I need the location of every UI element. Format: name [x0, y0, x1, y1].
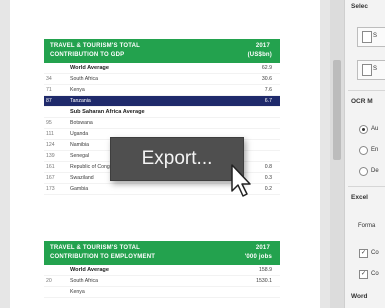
- row-value: 0.8: [264, 164, 272, 170]
- row-rank: 20: [46, 278, 52, 284]
- table-row: 20 South Africa 1530.1: [44, 276, 280, 287]
- row-rank: 139: [46, 153, 55, 159]
- table-row: World Average 158.9: [44, 265, 280, 276]
- row-country: South Africa: [70, 278, 98, 284]
- table-row: 34 South Africa 30.6: [44, 74, 280, 85]
- panel-divider: [348, 90, 385, 91]
- ocr-de-radio[interactable]: [359, 167, 368, 176]
- row-rank: 95: [46, 120, 52, 126]
- ocr-heading: OCR M: [351, 98, 373, 105]
- row-value: 6.7: [264, 98, 272, 104]
- employment-table-title-line1: TRAVEL & TOURISM'S TOTAL: [50, 245, 141, 251]
- format-label: Forma: [358, 223, 376, 229]
- employment-table-unit: '000 jobs: [244, 254, 272, 260]
- employment-table-rows: World Average 158.9 20 South Africa 1530.1 Ke…: [44, 265, 280, 298]
- export-context-button[interactable]: Export...: [110, 137, 244, 181]
- row-value: 1530.1: [256, 278, 272, 284]
- row-value: 0.2: [264, 186, 272, 192]
- row-country: Uganda: [70, 131, 89, 137]
- gdp-table-title-line2: CONTRIBUTION TO GDP: [50, 52, 125, 58]
- row-country: Tanzania: [70, 98, 91, 104]
- employment-table-year: 2017: [255, 245, 270, 251]
- ocr-en-radio[interactable]: [359, 146, 368, 155]
- employment-table-header: TRAVEL & TOURISM'S TOTAL CONTRIBUTION TO…: [44, 241, 280, 265]
- row-country: Namibia: [70, 142, 90, 148]
- vertical-scrollbar[interactable]: [330, 0, 344, 308]
- table-row: 71 Kenya 7.6: [44, 85, 280, 96]
- panel-divider: [348, 186, 385, 187]
- row-country: South Africa: [70, 76, 98, 82]
- excel-heading: Excel: [351, 194, 368, 201]
- mouse-cursor-icon: [231, 164, 251, 197]
- row-country: Kenya: [70, 289, 85, 295]
- row-rank: 87: [46, 98, 52, 104]
- row-rank: 34: [46, 76, 52, 82]
- gdp-table-header: TRAVEL & TOURISM'S TOTAL CONTRIBUTION TO…: [44, 39, 280, 63]
- select-button-1[interactable]: [357, 27, 385, 47]
- row-rank: 173: [46, 186, 55, 192]
- row-value: 30.6: [261, 76, 272, 82]
- gdp-table-title-line1: TRAVEL & TOURISM'S TOTAL: [50, 43, 141, 49]
- page-icon: [362, 31, 372, 43]
- select-button-1-label: S: [373, 33, 378, 39]
- excel-option-2-label: Co: [371, 271, 379, 277]
- ocr-en-label: En: [371, 147, 379, 153]
- row-rank: 167: [46, 175, 55, 181]
- document-area: TRAVEL & TOURISM'S TOTAL CONTRIBUTION TO…: [0, 0, 330, 308]
- row-country: Sub Saharan Africa Average: [70, 109, 145, 115]
- row-country: Botswana: [70, 120, 93, 126]
- table-row: World Average 62.9: [44, 63, 280, 74]
- gdp-table-year: 2017: [255, 43, 270, 49]
- ocr-auto-label: Au: [371, 126, 379, 132]
- employment-table-title-line2: CONTRIBUTION TO EMPLOYMENT: [50, 254, 156, 260]
- ocr-auto-radio[interactable]: [359, 125, 368, 134]
- row-rank: 161: [46, 164, 55, 170]
- excel-option-1-checkbox[interactable]: ✓: [359, 249, 368, 258]
- row-country: Republic of Congo: [70, 164, 113, 170]
- row-value: 62.9: [261, 65, 272, 71]
- row-value: 158.9: [259, 267, 272, 273]
- gdp-table-unit: (US$bn): [247, 52, 272, 58]
- table-row: Kenya: [44, 287, 280, 298]
- excel-option-1-label: Co: [371, 250, 379, 256]
- select-button-2-label: S: [373, 66, 378, 72]
- row-country: World Average: [70, 267, 109, 273]
- employment-table: TRAVEL & TOURISM'S TOTAL CONTRIBUTION TO…: [44, 241, 280, 298]
- select-heading: Selec: [351, 3, 368, 10]
- row-rank: 71: [46, 87, 52, 93]
- row-rank: 111: [46, 131, 54, 137]
- table-row: 87 Tanzania 6.7: [44, 96, 280, 107]
- table-row: 95 Botswana: [44, 118, 280, 129]
- page-icon: [362, 64, 372, 76]
- row-rank: 124: [46, 142, 55, 148]
- select-button-2[interactable]: [357, 60, 385, 80]
- row-country: Gambia: [70, 186, 89, 192]
- row-country: Senegal: [70, 153, 90, 159]
- row-value: 0.3: [264, 175, 272, 181]
- ocr-de-label: De: [371, 168, 379, 174]
- row-value: 7.6: [264, 87, 272, 93]
- excel-option-2-checkbox[interactable]: ✓: [359, 270, 368, 279]
- word-heading: Word: [351, 293, 368, 300]
- scrollbar-thumb[interactable]: [333, 60, 341, 160]
- row-country: Swaziland: [70, 175, 94, 181]
- table-row: Sub Saharan Africa Average: [44, 107, 280, 118]
- row-country: Kenya: [70, 87, 85, 93]
- row-country: World Average: [70, 65, 109, 71]
